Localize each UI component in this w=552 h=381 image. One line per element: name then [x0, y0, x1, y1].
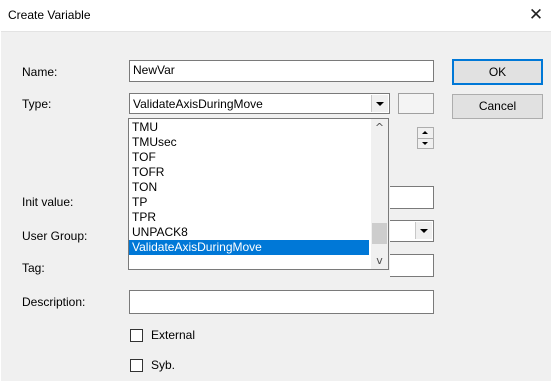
- ok-button[interactable]: OK: [452, 59, 543, 85]
- tag-input[interactable]: [390, 254, 434, 277]
- user-group-combobox[interactable]: [390, 220, 434, 242]
- external-checkbox-box[interactable]: [130, 329, 143, 342]
- title-bar: Create Variable ✕: [0, 0, 552, 31]
- name-input[interactable]: NewVar: [129, 60, 434, 82]
- list-item[interactable]: TP: [132, 195, 147, 210]
- init-value-input[interactable]: [390, 186, 434, 209]
- type-combobox-value: ValidateAxisDuringMove: [133, 97, 263, 111]
- type-label: Type:: [22, 97, 52, 111]
- type-combobox[interactable]: ValidateAxisDuringMove: [129, 93, 390, 114]
- list-item-selected[interactable]: ValidateAxisDuringMove: [129, 240, 369, 255]
- scroll-up-icon[interactable]: ^: [371, 119, 388, 136]
- spinner-up-icon[interactable]: [418, 128, 433, 139]
- window-title: Create Variable: [8, 8, 91, 22]
- chevron-down-icon: [420, 229, 428, 233]
- tag-label: Tag:: [22, 261, 45, 275]
- type-dropdown-list[interactable]: TMU TMUsec TOF TOFR TON TP TPR UNPACK8 V…: [128, 118, 389, 270]
- scrollbar-thumb[interactable]: [372, 223, 387, 244]
- dropdown-scrollbar[interactable]: ^ v: [371, 119, 388, 269]
- user-group-dropdown-button[interactable]: [415, 222, 432, 239]
- list-item[interactable]: TMU: [132, 120, 158, 135]
- name-label: Name:: [22, 65, 58, 79]
- scroll-down-icon[interactable]: v: [371, 252, 388, 269]
- list-item[interactable]: UNPACK8: [132, 225, 188, 240]
- syb-checkbox-box[interactable]: [130, 359, 143, 372]
- syb-checkbox-label: Syb.: [151, 358, 176, 372]
- description-label: Description:: [22, 295, 86, 309]
- list-item[interactable]: TOF: [132, 150, 156, 165]
- name-input-value: NewVar: [133, 63, 175, 77]
- init-value-label: Init value:: [22, 195, 74, 209]
- cancel-button[interactable]: Cancel: [452, 94, 543, 119]
- close-icon[interactable]: ✕: [526, 4, 546, 26]
- list-item[interactable]: TON: [132, 180, 157, 195]
- list-item[interactable]: TMUsec: [132, 135, 177, 150]
- chevron-down-icon: [376, 102, 384, 106]
- array-spinner[interactable]: [417, 127, 434, 149]
- type-size-field[interactable]: [398, 93, 434, 114]
- description-input[interactable]: [129, 290, 434, 314]
- type-dropdown-button[interactable]: [371, 95, 388, 112]
- list-item[interactable]: TOFR: [132, 165, 164, 180]
- external-checkbox-label: External: [151, 328, 196, 342]
- user-group-label: User Group:: [22, 229, 88, 243]
- list-item[interactable]: TPR: [132, 210, 156, 225]
